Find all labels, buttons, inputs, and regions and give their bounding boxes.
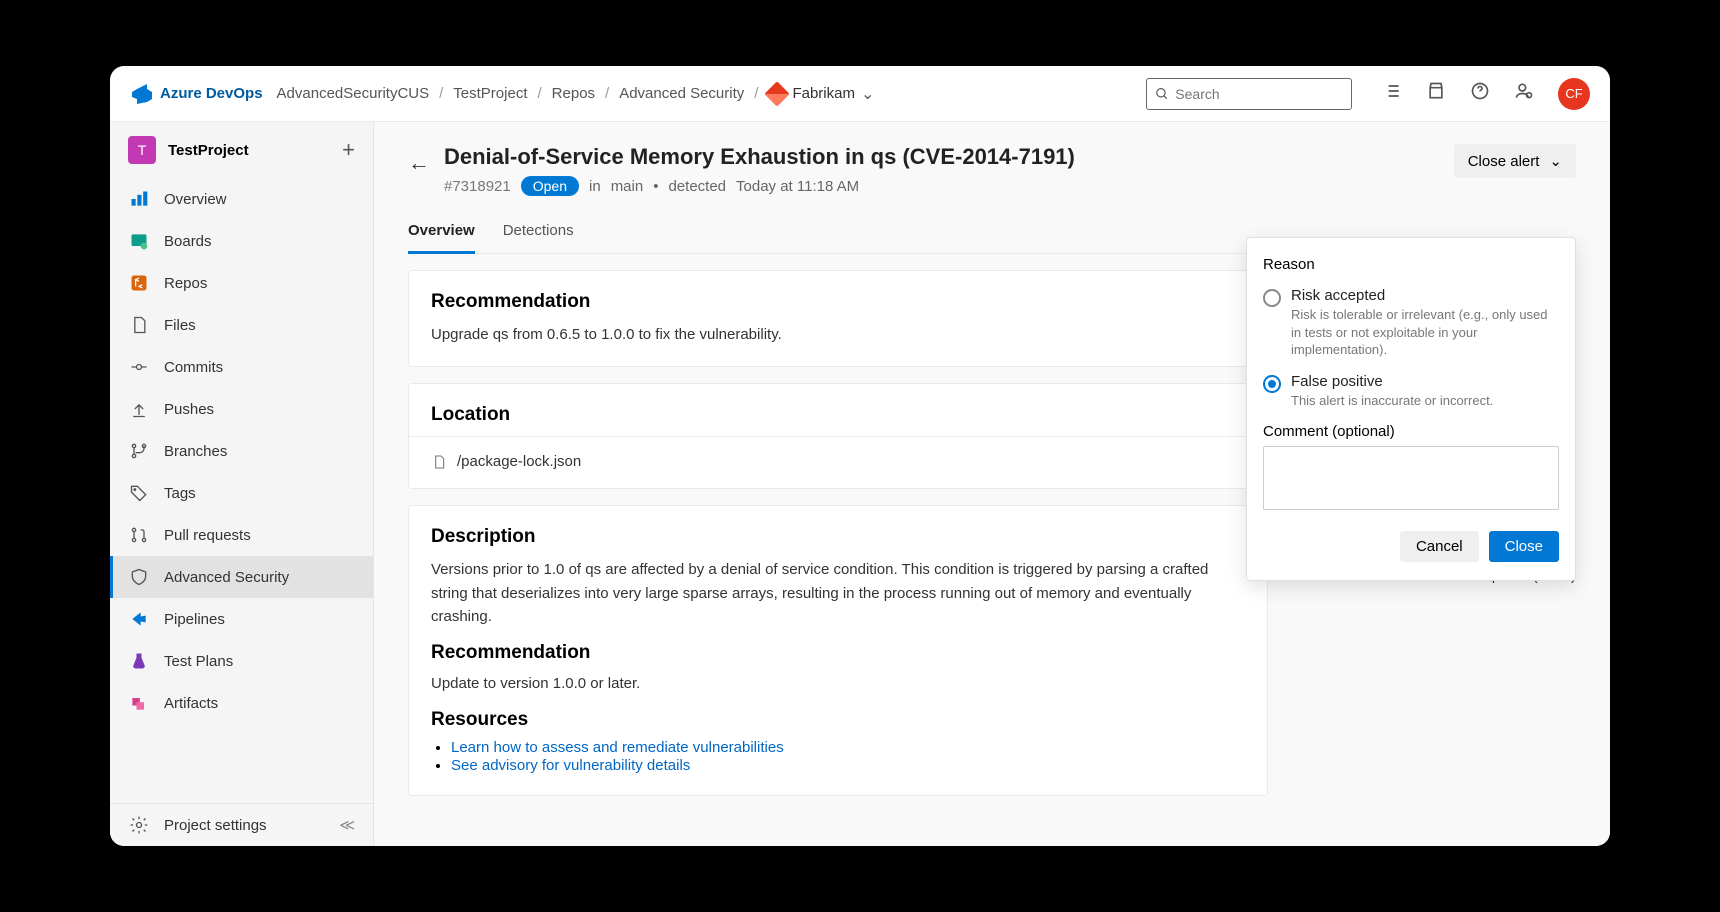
file-icon <box>431 454 447 470</box>
nav-advanced-security[interactable]: Advanced Security <box>110 556 373 598</box>
alert-title: Denial-of-Service Memory Exhaustion in q… <box>444 144 1440 170</box>
repos-icon <box>128 272 150 294</box>
nav-pull-requests[interactable]: Pull requests <box>110 514 373 556</box>
app-window: Azure DevOps AdvancedSecurityCUS / TestP… <box>110 66 1610 846</box>
comment-label: Comment (optional) <box>1263 423 1559 440</box>
breadcrumb-org[interactable]: AdvancedSecurityCUS <box>277 85 430 102</box>
nav-pipelines[interactable]: Pipelines <box>110 598 373 640</box>
recommendation-text: Upgrade qs from 0.6.5 to 1.0.0 to fix th… <box>431 323 1245 346</box>
boards-icon <box>128 230 150 252</box>
breadcrumb-advsec[interactable]: Advanced Security <box>619 85 744 102</box>
location-card: Location /package-lock.json <box>408 383 1268 489</box>
shield-icon <box>128 566 150 588</box>
user-settings-icon[interactable] <box>1514 81 1534 106</box>
nav-boards[interactable]: Boards <box>110 220 373 262</box>
test-plans-icon <box>128 650 150 672</box>
resource-link-2[interactable]: See advisory for vulnerability details <box>451 757 690 774</box>
detected-time: Today at 11:18 AM <box>736 178 859 195</box>
nav-overview[interactable]: Overview <box>110 178 373 220</box>
artifacts-icon <box>128 692 150 714</box>
nav-artifacts[interactable]: Artifacts <box>110 682 373 724</box>
pr-icon <box>128 524 150 546</box>
nav-repos[interactable]: Repos <box>110 262 373 304</box>
close-button[interactable]: Close <box>1489 531 1559 562</box>
tab-overview[interactable]: Overview <box>408 214 475 254</box>
close-alert-popover: Reason Risk acceptedRisk is tolerable or… <box>1246 237 1576 581</box>
reason-false-positive[interactable]: False positiveThis alert is inaccurate o… <box>1263 373 1559 410</box>
branch-name: main <box>611 178 644 195</box>
description-heading: Description <box>431 526 1245 548</box>
main-content: ← Denial-of-Service Memory Exhaustion in… <box>374 122 1610 846</box>
list-icon[interactable] <box>1382 81 1402 106</box>
desc-rec-heading: Recommendation <box>431 642 1245 664</box>
reason-heading: Reason <box>1263 256 1559 273</box>
radio-checked-icon <box>1263 375 1281 393</box>
repo-icon <box>765 81 790 106</box>
comment-input[interactable] <box>1263 446 1559 510</box>
desc-rec-text: Update to version 1.0.0 or later. <box>431 672 1245 695</box>
repo-selector[interactable]: Fabrikam ⌄ <box>768 84 874 104</box>
brand-label[interactable]: Azure DevOps <box>160 85 263 102</box>
alert-status: Open <box>521 176 579 196</box>
nav-project-settings[interactable]: Project settings≪ <box>110 804 373 846</box>
project-name: TestProject <box>168 142 330 159</box>
breadcrumb-project[interactable]: TestProject <box>453 85 527 102</box>
nav-test-plans[interactable]: Test Plans <box>110 640 373 682</box>
search-input-container[interactable] <box>1146 78 1352 110</box>
files-icon <box>128 314 150 336</box>
azure-devops-logo-icon <box>130 82 154 106</box>
nav-branches[interactable]: Branches <box>110 430 373 472</box>
nav-commits[interactable]: Commits <box>110 346 373 388</box>
collapse-icon[interactable]: ≪ <box>339 816 355 834</box>
recommendation-heading: Recommendation <box>431 291 1245 313</box>
reason-risk-accepted[interactable]: Risk acceptedRisk is tolerable or irrele… <box>1263 287 1559 359</box>
radio-unchecked-icon <box>1263 289 1281 307</box>
commits-icon <box>128 356 150 378</box>
resource-link-1[interactable]: Learn how to assess and remediate vulner… <box>451 739 784 756</box>
nav-files[interactable]: Files <box>110 304 373 346</box>
project-badge: T <box>128 136 156 164</box>
repo-name: Fabrikam <box>792 85 855 102</box>
back-button[interactable]: ← <box>408 150 430 176</box>
close-alert-button[interactable]: Close alert⌄ <box>1454 144 1576 178</box>
location-heading: Location <box>431 404 1245 426</box>
pipelines-icon <box>128 608 150 630</box>
pushes-icon <box>128 398 150 420</box>
breadcrumb-repos[interactable]: Repos <box>552 85 595 102</box>
branches-icon <box>128 440 150 462</box>
marketplace-icon[interactable] <box>1426 81 1446 106</box>
project-header[interactable]: T TestProject + <box>110 122 373 178</box>
sidebar: T TestProject + Overview Boards Repos Fi… <box>110 122 374 846</box>
chevron-down-icon: ⌄ <box>861 84 874 104</box>
tags-icon <box>128 482 150 504</box>
topbar: Azure DevOps AdvancedSecurityCUS / TestP… <box>110 66 1610 122</box>
help-icon[interactable] <box>1470 81 1490 106</box>
description-card: Description Versions prior to 1.0 of qs … <box>408 505 1268 796</box>
nav-tags[interactable]: Tags <box>110 472 373 514</box>
chevron-down-icon: ⌄ <box>1549 152 1562 170</box>
topbar-actions: CF <box>1382 78 1590 110</box>
tab-detections[interactable]: Detections <box>503 214 574 253</box>
add-icon[interactable]: + <box>342 137 355 163</box>
description-text: Versions prior to 1.0 of qs are affected… <box>431 558 1245 628</box>
resources-heading: Resources <box>431 709 1245 731</box>
gear-icon <box>128 814 150 836</box>
recommendation-card: Recommendation Upgrade qs from 0.6.5 to … <box>408 270 1268 367</box>
user-avatar[interactable]: CF <box>1558 78 1590 110</box>
alert-id: #7318921 <box>444 178 511 195</box>
location-file[interactable]: /package-lock.json <box>431 447 1245 476</box>
cancel-button[interactable]: Cancel <box>1400 531 1479 562</box>
overview-icon <box>128 188 150 210</box>
nav-pushes[interactable]: Pushes <box>110 388 373 430</box>
search-icon <box>1155 86 1169 102</box>
search-input[interactable] <box>1175 86 1343 102</box>
